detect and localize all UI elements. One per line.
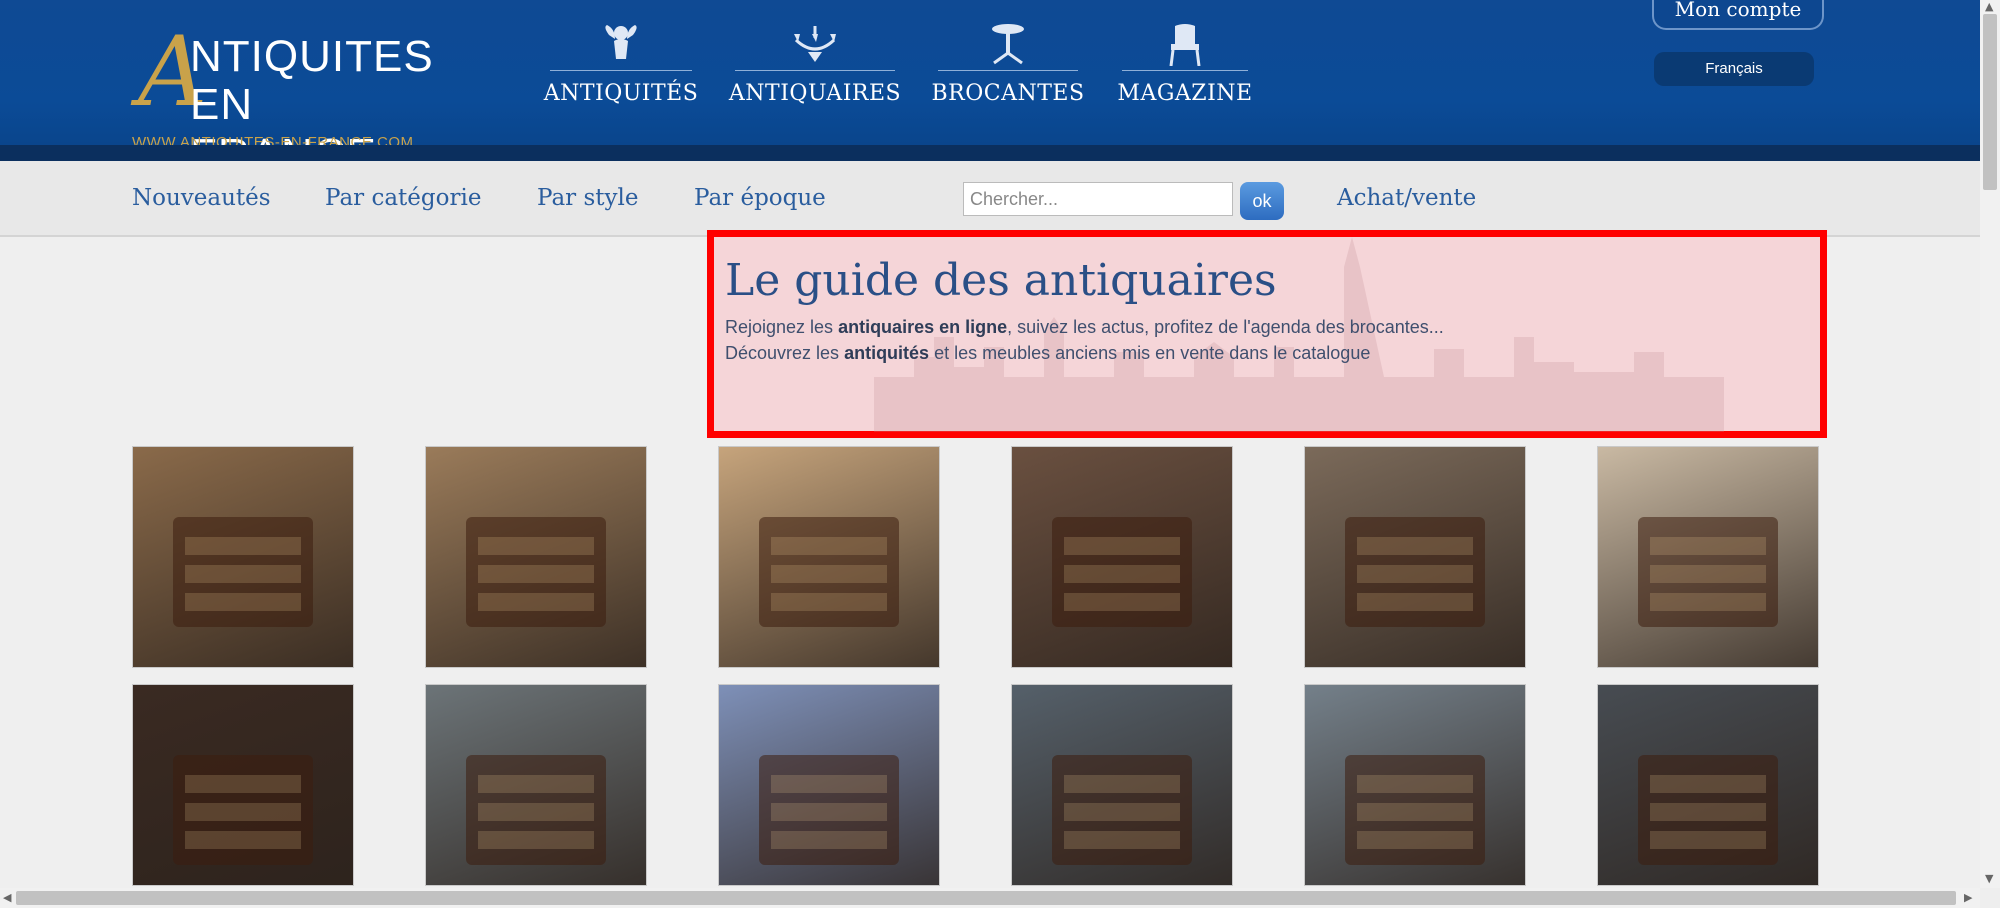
site-header: A NTIQUITES EN FRANCE WWW.ANTIQUITES-EN-…: [0, 0, 1980, 179]
nav-antiquaires-label: ANTIQUAIRES: [728, 81, 902, 106]
cherub-icon: [591, 20, 651, 68]
product-thumbnail-demi-lune-commode[interactable]: [132, 446, 354, 668]
header-band: [0, 145, 1980, 161]
search-ok-button[interactable]: ok: [1240, 182, 1284, 220]
product-thumbnail-framed-painting[interactable]: [1597, 684, 1819, 886]
subnav-par-epoque[interactable]: Par époque: [694, 185, 826, 211]
product-thumbnail-mahogany-chest[interactable]: [132, 684, 354, 886]
subnav-achat-vente[interactable]: Achat/vente: [1337, 185, 1476, 211]
nav-magazine-label: MAGAZINE: [1117, 81, 1253, 106]
account-button[interactable]: Mon compte: [1652, 0, 1824, 30]
hero-banner: Le guide des antiquaires Rejoignez les a…: [707, 230, 1827, 438]
link-antiquaires-en-ligne[interactable]: antiquaires en ligne: [838, 317, 1007, 337]
subnav-par-style[interactable]: Par style: [537, 185, 638, 211]
scroll-up-icon[interactable]: ▲: [1985, 0, 1993, 13]
nav-brocantes[interactable]: BROCANTES: [931, 20, 1084, 110]
vertical-scroll-thumb[interactable]: [1983, 14, 1997, 190]
link-antiquites[interactable]: antiquités: [844, 343, 929, 363]
nav-magazine[interactable]: MAGAZINE: [1117, 20, 1252, 110]
hero-line-1: Rejoignez les antiquaires en ligne, suiv…: [725, 317, 1444, 337]
scroll-down-icon[interactable]: ▼: [1985, 872, 1993, 885]
nav-antiquites[interactable]: ANTIQUITÉS: [544, 20, 698, 110]
nav-brocantes-label: BROCANTES: [931, 81, 1085, 106]
scroll-left-icon[interactable]: ◀: [3, 891, 11, 904]
site-logo[interactable]: A NTIQUITES EN FRANCE WWW.ANTIQUITES-EN-…: [130, 24, 450, 179]
product-thumbnail-bombe-commode[interactable]: [1304, 446, 1526, 668]
scroll-right-icon[interactable]: ▶: [1964, 891, 1972, 904]
product-thumbnail-inlaid-cabinet[interactable]: [425, 446, 647, 668]
horizontal-scrollbar[interactable]: ◀ ▶: [0, 888, 1980, 908]
chair-icon: [1155, 20, 1215, 68]
product-thumbnail-skull-commode[interactable]: [1011, 446, 1233, 668]
hero-title: Le guide des antiquaires: [725, 255, 1277, 306]
search-input[interactable]: [963, 182, 1233, 216]
horizontal-scroll-thumb[interactable]: [16, 891, 1956, 905]
product-thumbnail-chesterfield-sofa[interactable]: [1597, 446, 1819, 668]
chandelier-icon: [785, 20, 845, 68]
subnav-par-categorie[interactable]: Par catégorie: [325, 185, 481, 211]
vertical-scrollbar[interactable]: ▲ ▼: [1980, 0, 2000, 888]
hero-line-2: Découvrez les antiquités et les meubles …: [725, 343, 1371, 363]
subnav-nouveautes[interactable]: Nouveautés: [132, 185, 271, 211]
logo-line1: NTIQUITES: [190, 32, 434, 81]
product-thumbnail-marble-gueridons[interactable]: [718, 446, 940, 668]
nav-antiquites-label: ANTIQUITÉS: [543, 81, 699, 106]
product-thumbnail-glass-bookcase[interactable]: [718, 684, 940, 886]
language-selector[interactable]: Français: [1654, 52, 1814, 86]
product-thumbnail-sewing-table[interactable]: [425, 684, 647, 886]
nav-antiquaires[interactable]: ANTIQUAIRES: [729, 20, 901, 110]
gueridon-icon: [978, 20, 1038, 68]
product-thumbnail-oval-side-table[interactable]: [1304, 684, 1526, 886]
product-thumbnail-dressing-table[interactable]: [1011, 684, 1233, 886]
